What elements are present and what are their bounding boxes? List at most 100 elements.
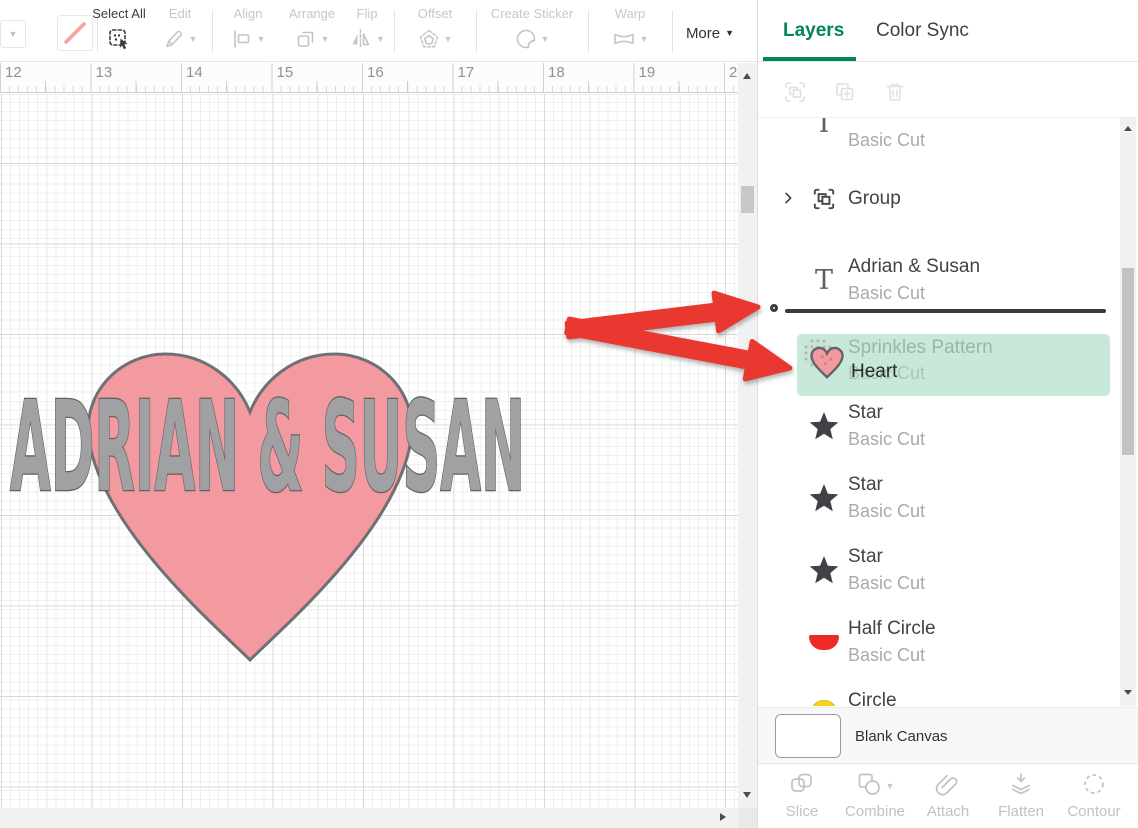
scroll-down-icon[interactable] bbox=[1124, 690, 1132, 695]
caret-down-icon: ▼ bbox=[189, 34, 198, 44]
layer-title: Circle bbox=[848, 690, 897, 706]
highlighted-layer[interactable]: Sprinkles PatternBasic CutHeart bbox=[797, 334, 1110, 396]
arrange-button[interactable]: Arrange ▼ bbox=[280, 6, 344, 51]
layer-subtitle: Basic Cut bbox=[848, 130, 925, 151]
select-all-button[interactable]: Select All bbox=[87, 6, 151, 51]
layer-row-adrian-susan[interactable]: TAdrian & SusanBasic Cut bbox=[758, 232, 1138, 304]
caret-down-icon: ▼ bbox=[886, 781, 895, 791]
scroll-down-icon[interactable] bbox=[743, 792, 751, 798]
edit-label: Edit bbox=[169, 6, 191, 22]
layer-subtitle: Basic Cut bbox=[848, 501, 925, 522]
heart-icon bbox=[808, 344, 846, 387]
select-all-label: Select All bbox=[92, 6, 145, 22]
group-button[interactable] bbox=[783, 80, 807, 109]
design-artwork: ADRIAN & SUSAN bbox=[0, 94, 738, 808]
caret-down-icon: ▼ bbox=[640, 34, 649, 44]
canvas-horizontal-scrollbar[interactable] bbox=[0, 808, 738, 828]
star-icon bbox=[808, 411, 840, 441]
layer-title: Star bbox=[848, 546, 883, 568]
layers-scroll-thumb[interactable] bbox=[1122, 268, 1134, 455]
text-icon: T bbox=[808, 118, 840, 138]
design-text[interactable]: ADRIAN & SUSAN bbox=[10, 375, 525, 520]
group-icon bbox=[783, 80, 807, 104]
attach-button[interactable]: Attach bbox=[913, 772, 983, 820]
more-button[interactable]: More ▼ bbox=[676, 20, 744, 46]
vertical-scroll-thumb[interactable] bbox=[741, 186, 754, 213]
toolbar-divider bbox=[212, 10, 213, 52]
arrange-icon bbox=[295, 28, 317, 50]
layer-title: Star bbox=[848, 474, 883, 496]
cricut-design-space-window: ▼ Select All Edit ▼ A bbox=[0, 0, 1138, 828]
align-button[interactable]: Align ▼ bbox=[216, 6, 280, 51]
action-label: Attach bbox=[927, 803, 970, 820]
linetype-caret-button[interactable]: ▼ bbox=[0, 20, 26, 48]
scroll-up-icon[interactable] bbox=[1124, 126, 1132, 131]
ruler-label: 12 bbox=[5, 64, 22, 81]
action-label: Combine bbox=[845, 803, 905, 820]
scroll-up-icon[interactable] bbox=[743, 73, 751, 79]
layer-actions-bar bbox=[758, 62, 1138, 118]
circle-icon bbox=[808, 699, 840, 706]
ruler-label: 20 bbox=[729, 64, 738, 81]
contour-button[interactable]: Contour bbox=[1059, 772, 1129, 820]
canvas-area: ▼ Select All Edit ▼ A bbox=[0, 0, 757, 828]
duplicate-button[interactable] bbox=[833, 80, 857, 109]
layer-row-star[interactable]: Star Basic Cut bbox=[758, 470, 1138, 542]
layer-row-star[interactable]: Star Basic Cut bbox=[758, 398, 1138, 470]
align-icon bbox=[231, 28, 253, 50]
layers-panel: Layers Color Sync bbox=[758, 0, 1138, 828]
warp-icon bbox=[612, 28, 636, 50]
tab-layers[interactable]: Layers bbox=[783, 20, 844, 42]
create-sticker-button[interactable]: Create Sticker ▼ bbox=[480, 6, 584, 51]
expand-chevron-icon[interactable] bbox=[780, 190, 796, 211]
flatten-button[interactable]: Flatten bbox=[986, 772, 1056, 820]
action-label: Flatten bbox=[998, 803, 1044, 820]
layer-row-half-circle[interactable]: Half CircleBasic Cut bbox=[758, 614, 1138, 686]
select-all-icon bbox=[108, 28, 131, 51]
blank-canvas-thumbnail[interactable] bbox=[775, 714, 841, 758]
layer-row-sprinkles-pattern[interactable]: Sprinkles PatternBasic CutHeart bbox=[758, 318, 1138, 398]
create-sticker-label: Create Sticker bbox=[491, 6, 573, 22]
tab-color-sync[interactable]: Color Sync bbox=[876, 20, 969, 42]
toolbar-divider bbox=[588, 10, 589, 52]
ruler-label: 16 bbox=[367, 64, 384, 81]
ruler-label: 13 bbox=[96, 64, 113, 81]
contour-icon bbox=[1081, 771, 1107, 802]
flip-icon bbox=[349, 28, 372, 50]
slice-button[interactable]: Slice bbox=[767, 772, 837, 820]
layer-row-untitled[interactable]: T Basic Cut bbox=[758, 118, 1138, 160]
layer-subtitle: Basic Cut bbox=[848, 429, 925, 450]
edit-button[interactable]: Edit ▼ bbox=[152, 6, 208, 51]
warp-button[interactable]: Warp ▼ bbox=[592, 6, 668, 51]
layers-list: T Basic Cut GroupTAdrian & SusanBasic Cut S… bbox=[758, 118, 1138, 706]
ruler-label: 17 bbox=[458, 64, 475, 81]
design-canvas[interactable]: ADRIAN & SUSAN bbox=[0, 94, 738, 808]
half-circle-icon bbox=[808, 627, 840, 657]
action-label: Slice bbox=[786, 803, 819, 820]
offset-button[interactable]: Offset ▼ bbox=[398, 6, 472, 51]
chevron-down-icon: ▼ bbox=[9, 29, 18, 39]
caret-down-icon: ▼ bbox=[376, 34, 385, 44]
flip-button[interactable]: Flip ▼ bbox=[344, 6, 390, 51]
layer-row-group[interactable]: Group bbox=[758, 160, 1138, 232]
canvas-vertical-scrollbar[interactable] bbox=[738, 63, 757, 808]
caret-down-icon: ▼ bbox=[541, 34, 550, 44]
blank-canvas-bar[interactable]: Blank Canvas bbox=[758, 707, 1138, 763]
layers-scrollbar[interactable] bbox=[1120, 118, 1136, 706]
delete-button[interactable] bbox=[883, 80, 907, 109]
scroll-right-icon[interactable] bbox=[720, 813, 726, 821]
arrange-label: Arrange bbox=[289, 6, 335, 22]
layer-row-star[interactable]: StarBasic Cut bbox=[758, 542, 1138, 614]
diagonal-line-icon bbox=[62, 20, 88, 46]
horizontal-ruler: 121314151617181920 bbox=[0, 63, 738, 93]
drop-indicator-line bbox=[785, 309, 1106, 313]
pencil-icon bbox=[163, 28, 185, 50]
layer-row-circle[interactable]: Circle bbox=[758, 686, 1138, 706]
star-icon bbox=[808, 555, 840, 585]
combine-button[interactable]: ▼ Combine bbox=[840, 772, 910, 820]
toolbar-divider bbox=[394, 10, 395, 52]
caret-down-icon: ▼ bbox=[257, 34, 266, 44]
flatten-icon bbox=[1008, 771, 1034, 802]
attach-icon bbox=[934, 771, 962, 802]
layer-title: Star bbox=[848, 402, 883, 424]
